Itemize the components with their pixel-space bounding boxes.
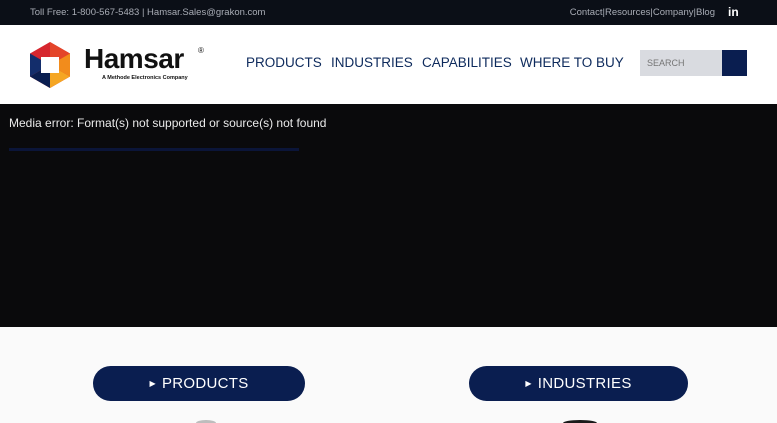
products-button-label: PRODUCTS <box>161 375 249 392</box>
play-triangle-icon: ▶ <box>525 379 532 388</box>
logo-wordmark: Hamsar <box>84 43 184 74</box>
products-button[interactable]: ▶ PRODUCTS <box>93 366 305 401</box>
logo-tagline: A Methode Electronics Company <box>102 75 188 81</box>
media-error-text: Media error: Format(s) not supported or … <box>9 116 327 130</box>
media-player[interactable]: Media error: Format(s) not supported or … <box>0 104 777 327</box>
top-link-contact[interactable]: Contact <box>570 7 603 18</box>
nav-products[interactable]: PRODUCTS <box>246 55 322 70</box>
play-triangle-icon: ▶ <box>149 379 156 388</box>
logo-mark-icon <box>30 42 70 88</box>
search-input[interactable] <box>640 50 722 76</box>
top-link-blog[interactable]: Blog <box>696 7 715 18</box>
industries-button[interactable]: ▶ INDUSTRIES <box>469 366 688 401</box>
nav-industries[interactable]: INDUSTRIES <box>331 55 413 70</box>
industries-button-label: INDUSTRIES <box>537 375 632 392</box>
top-link-resources[interactable]: Resources <box>605 7 650 18</box>
site-header: Hamsar ® A Methode Electronics Company P… <box>0 25 777 104</box>
nav-capabilities[interactable]: CAPABILITIES <box>422 55 512 70</box>
top-links: Contact|Resources|Company|Blog <box>570 7 715 18</box>
search-button[interactable] <box>722 50 747 76</box>
registered-mark: ® <box>198 46 204 55</box>
linkedin-icon[interactable]: in <box>728 5 739 19</box>
hamsar-logo[interactable]: Hamsar ® A Methode Electronics Company <box>28 41 208 91</box>
category-section: ▶ PRODUCTS ▶ INDUSTRIES <box>0 327 777 423</box>
nav-where-to-buy[interactable]: WHERE TO BUY <box>520 55 624 70</box>
top-bar: Toll Free: 1-800-567-5483 | Hamsar.Sales… <box>0 0 777 25</box>
media-source-link[interactable] <box>9 148 299 151</box>
top-link-company[interactable]: Company <box>653 7 694 18</box>
contact-line: Toll Free: 1-800-567-5483 | Hamsar.Sales… <box>30 7 266 18</box>
